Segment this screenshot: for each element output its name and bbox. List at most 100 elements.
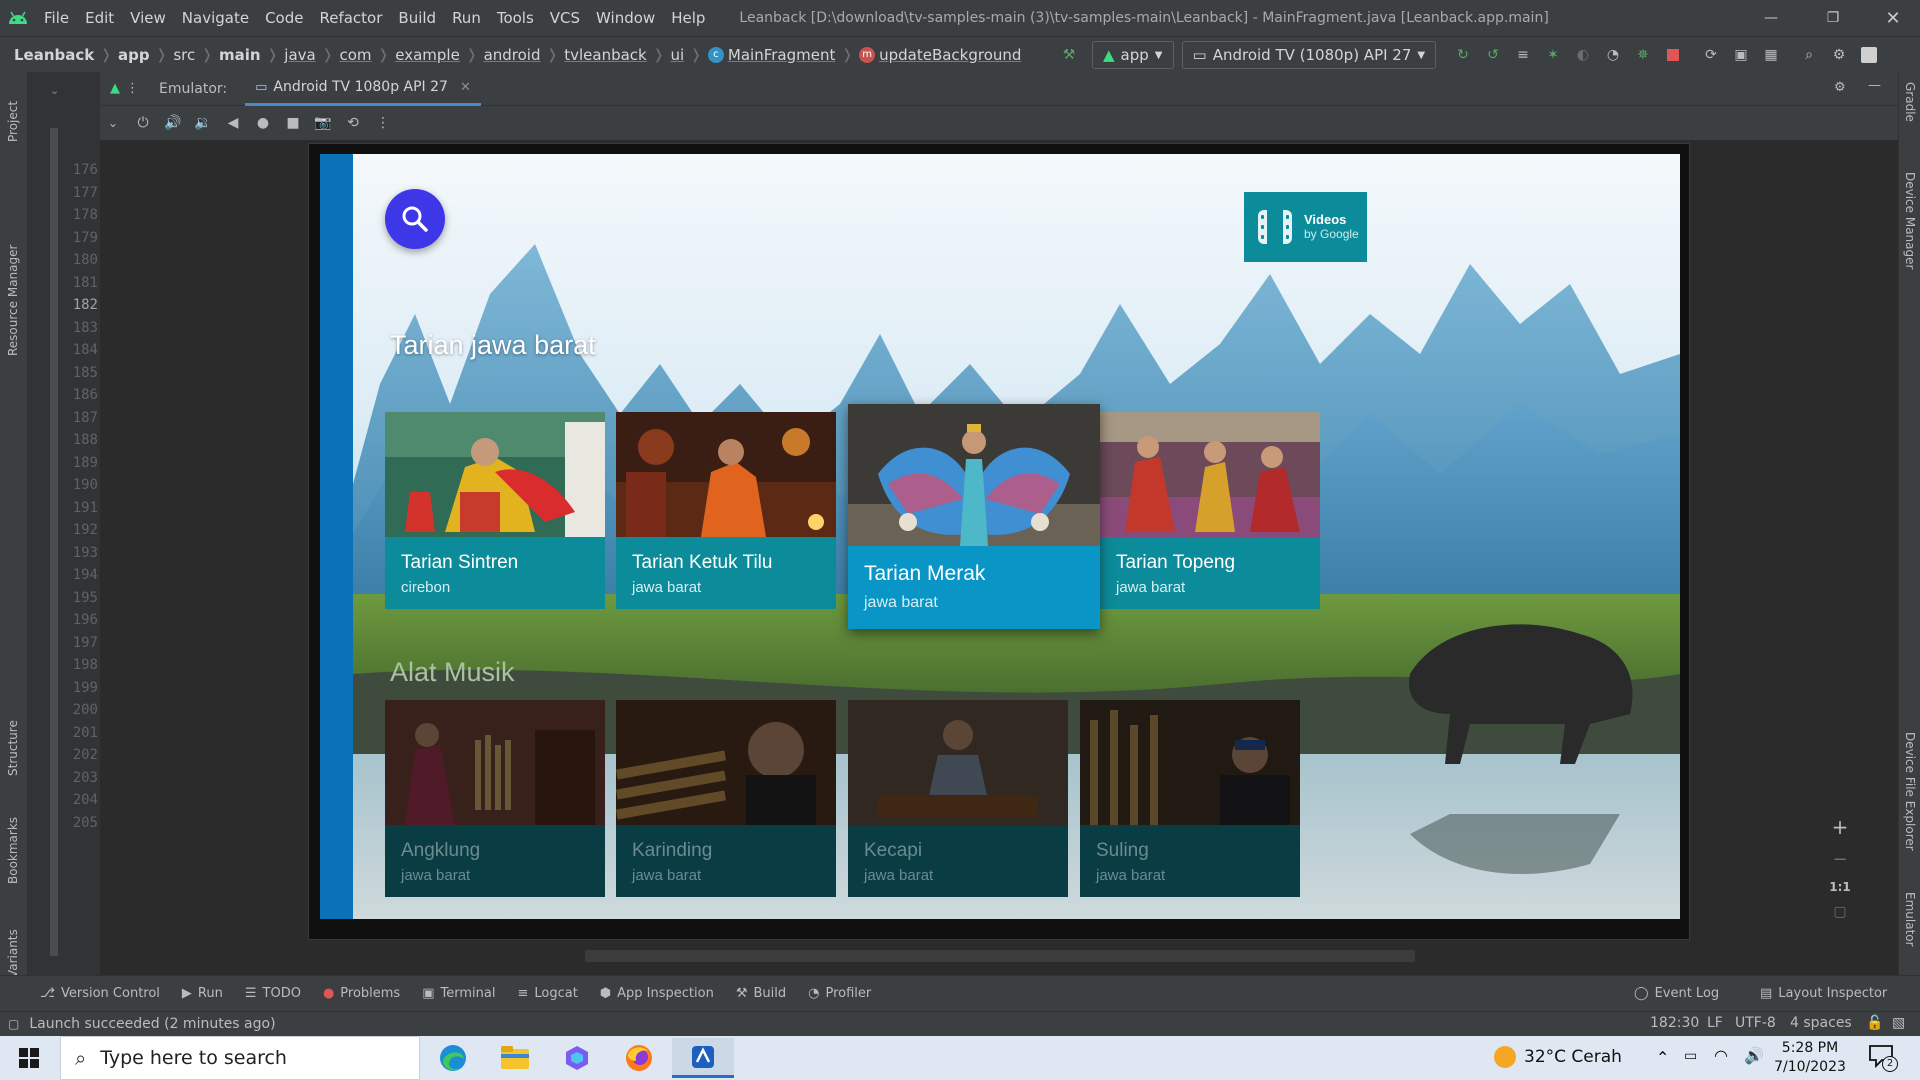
- line-number[interactable]: 188: [28, 432, 100, 448]
- card-angklung[interactable]: Angklung jawa barat: [385, 700, 605, 897]
- settings-icon[interactable]: ⚙: [1824, 40, 1854, 70]
- sync-icon[interactable]: ≡: [1508, 40, 1538, 70]
- windows-start-icon[interactable]: [0, 1040, 58, 1076]
- volume-icon[interactable]: 🔊: [1744, 1046, 1764, 1065]
- settings-icon[interactable]: ⚙: [1834, 80, 1846, 95]
- tool-tab-run[interactable]: ▶ Run: [182, 986, 223, 1001]
- sdk-manager-icon[interactable]: ▦: [1756, 40, 1786, 70]
- battery-icon[interactable]: ▭: [1684, 1048, 1697, 1064]
- overview-icon[interactable]: ■: [278, 108, 308, 138]
- menu-vcs[interactable]: VCS: [542, 0, 588, 36]
- minimize-icon[interactable]: —: [1748, 0, 1794, 36]
- line-number[interactable]: 183: [28, 320, 100, 336]
- copilot-app-icon[interactable]: [548, 1040, 606, 1076]
- home-icon[interactable]: ●: [248, 108, 278, 138]
- status-message[interactable]: Launch succeeded (2 minutes ago): [29, 1016, 275, 1032]
- line-number[interactable]: 203: [28, 770, 100, 786]
- breadcrumb-class[interactable]: c MainFragment: [704, 46, 839, 64]
- zoom-in-icon[interactable]: +: [1832, 815, 1849, 839]
- line-number[interactable]: 178: [28, 207, 100, 223]
- screenshot-icon[interactable]: 📷: [308, 108, 338, 138]
- menu-tools[interactable]: Tools: [489, 0, 542, 36]
- tool-tab-terminal[interactable]: ▣ Terminal: [422, 986, 495, 1001]
- tv-screen[interactable]: Videos by Google Tarian jawa barat Taria…: [320, 154, 1680, 919]
- tool-tab-project[interactable]: Project: [0, 80, 28, 150]
- line-number[interactable]: 200: [28, 702, 100, 718]
- line-number[interactable]: 192: [28, 522, 100, 538]
- tool-tab-logcat[interactable]: ≡ Logcat: [517, 986, 577, 1001]
- line-number[interactable]: 184: [28, 342, 100, 358]
- line-number[interactable]: 190: [28, 477, 100, 493]
- run-config-dropdown[interactable]: ▲ app ▼: [1092, 41, 1174, 69]
- breadcrumb-project[interactable]: Leanback: [10, 46, 98, 64]
- caret-position[interactable]: 182:30: [1650, 1015, 1699, 1031]
- menu-help[interactable]: Help: [663, 0, 713, 36]
- breadcrumb-com[interactable]: com: [335, 46, 375, 64]
- breadcrumb-ui[interactable]: ui: [666, 46, 688, 64]
- account-icon[interactable]: [1854, 40, 1884, 70]
- breadcrumb-src[interactable]: src: [169, 46, 199, 64]
- card-tarian-ketuk-tilu[interactable]: Tarian Ketuk Tilu jawa barat: [616, 412, 836, 609]
- line-separator[interactable]: LF: [1707, 1015, 1723, 1031]
- volume-down-icon[interactable]: 🔉: [188, 108, 218, 138]
- line-number[interactable]: 185: [28, 365, 100, 381]
- line-number[interactable]: 198: [28, 657, 100, 673]
- apply-changes-icon[interactable]: ↻: [1448, 40, 1478, 70]
- back-icon[interactable]: ◀: [218, 108, 248, 138]
- menu-build[interactable]: Build: [390, 0, 444, 36]
- close-tab-icon[interactable]: ✕: [460, 80, 471, 95]
- line-number[interactable]: 204: [28, 792, 100, 808]
- line-number[interactable]: 176: [28, 162, 100, 178]
- card-kecapi[interactable]: Kecapi jawa barat: [848, 700, 1068, 897]
- tool-tab-layout-inspector[interactable]: ▤ Layout Inspector: [1760, 986, 1887, 1001]
- line-number[interactable]: 177: [28, 185, 100, 201]
- tool-tab-resource-manager[interactable]: Resource Manager: [0, 170, 28, 356]
- tool-tab-build-variants[interactable]: Build Variants: [0, 862, 28, 1012]
- device-manager-icon[interactable]: ▣: [1726, 40, 1756, 70]
- line-number[interactable]: 182: [28, 297, 100, 313]
- card-suling[interactable]: Suling jawa barat: [1080, 700, 1300, 897]
- debug-icon[interactable]: ✶: [1538, 40, 1568, 70]
- tool-tab-todo[interactable]: ☰ TODO: [245, 986, 301, 1001]
- tool-tab-structure[interactable]: Structure: [0, 652, 28, 776]
- device-dropdown[interactable]: ▭ Android TV (1080p) API 27 ▼: [1181, 41, 1437, 69]
- indent-setting[interactable]: 4 spaces: [1790, 1015, 1852, 1031]
- android-studio-taskbar-icon[interactable]: [672, 1038, 734, 1078]
- zoom-out-icon[interactable]: −: [1832, 849, 1847, 870]
- tool-tab-bookmarks[interactable]: Bookmarks: [0, 752, 28, 884]
- tool-tab-version-control[interactable]: ⎇ Version Control: [40, 986, 160, 1001]
- line-number[interactable]: 187: [28, 410, 100, 426]
- line-number[interactable]: 197: [28, 635, 100, 651]
- restore-icon[interactable]: ❐: [1810, 0, 1856, 36]
- zoom-actual-size-button[interactable]: 1:1: [1829, 880, 1851, 894]
- menu-navigate[interactable]: Navigate: [174, 0, 257, 36]
- card-tarian-topeng[interactable]: Tarian Topeng jawa barat: [1100, 412, 1320, 609]
- menu-view[interactable]: View: [122, 0, 174, 36]
- taskbar-search-box[interactable]: ⌕ Type here to search: [60, 1036, 420, 1080]
- chevron-down-icon[interactable]: ⌄: [108, 116, 128, 130]
- notification-center-icon[interactable]: 2: [1868, 1044, 1898, 1072]
- line-number[interactable]: 196: [28, 612, 100, 628]
- weather-widget[interactable]: 32°C Cerah: [1494, 1046, 1622, 1068]
- breadcrumb-method[interactable]: m updateBackground: [855, 46, 1025, 64]
- hammer-build-icon[interactable]: ⚒: [1054, 40, 1084, 70]
- menu-file[interactable]: File: [36, 0, 77, 36]
- line-number[interactable]: 205: [28, 815, 100, 831]
- line-number[interactable]: 179: [28, 230, 100, 246]
- minimize-panel-icon[interactable]: —: [1868, 78, 1881, 93]
- line-number[interactable]: 189: [28, 455, 100, 471]
- line-number[interactable]: 191: [28, 500, 100, 516]
- line-number[interactable]: 201: [28, 725, 100, 741]
- zoom-fit-icon[interactable]: ▢: [1833, 904, 1846, 920]
- breadcrumb-example[interactable]: example: [391, 46, 464, 64]
- close-icon[interactable]: ✕: [1870, 0, 1916, 36]
- tool-tab-app-inspection[interactable]: ⬢ App Inspection: [600, 986, 714, 1001]
- file-explorer-icon[interactable]: [486, 1040, 544, 1076]
- breadcrumb-main[interactable]: main: [215, 46, 265, 64]
- stop-icon[interactable]: [1658, 40, 1688, 70]
- profile-icon[interactable]: ◔: [1598, 40, 1628, 70]
- search-icon[interactable]: ⌕: [1794, 40, 1824, 70]
- horizontal-scrollbar[interactable]: [585, 950, 1415, 962]
- tool-tab-problems[interactable]: ● Problems: [323, 986, 400, 1001]
- menu-edit[interactable]: Edit: [77, 0, 122, 36]
